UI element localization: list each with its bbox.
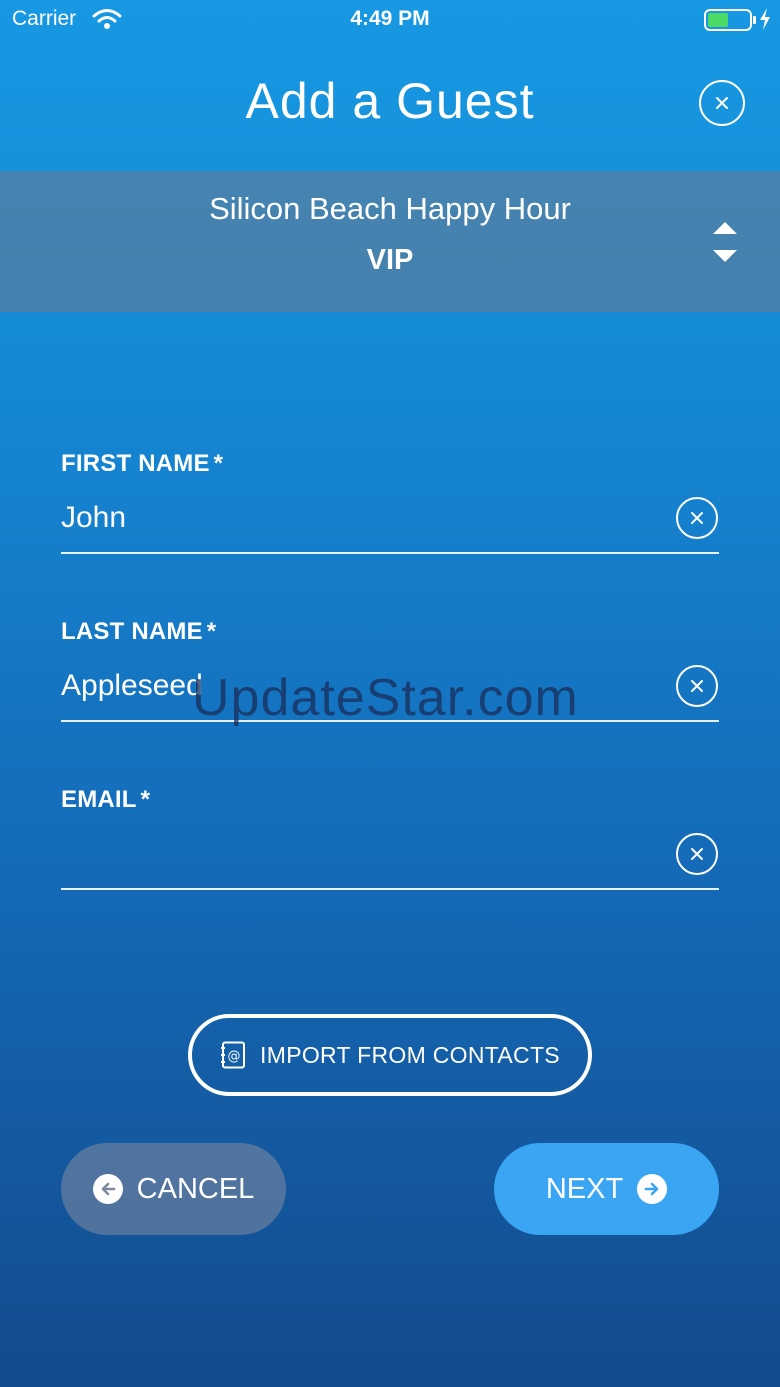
email-label: EMAIL * <box>61 786 150 814</box>
contacts-icon: @ <box>221 1041 246 1069</box>
sort-icon[interactable] <box>710 220 740 264</box>
svg-text:@: @ <box>228 1049 241 1064</box>
import-label: IMPORT FROM CONTACTS <box>260 1041 560 1068</box>
cancel-button[interactable]: CANCEL <box>61 1143 286 1235</box>
clear-icon <box>691 680 703 692</box>
clear-icon <box>691 848 703 860</box>
watermark: UpdateStar.com <box>192 669 579 727</box>
close-icon <box>716 97 728 109</box>
email-input[interactable] <box>61 830 661 878</box>
battery-icon <box>704 9 756 31</box>
email-underline <box>61 888 719 890</box>
bolt-icon <box>760 8 770 30</box>
next-label: NEXT <box>545 1172 624 1205</box>
clear-icon <box>691 512 703 524</box>
arrow-left-icon <box>92 1174 123 1204</box>
clear-first-name-button[interactable] <box>676 497 718 539</box>
cancel-label: CANCEL <box>136 1172 255 1205</box>
email-label-text: EMAIL <box>61 786 137 813</box>
last-name-label: LAST NAME * <box>61 618 216 646</box>
required-mark: * <box>140 786 151 813</box>
required-mark: * <box>206 618 217 645</box>
import-from-contacts-button[interactable]: @ IMPORT FROM CONTACTS <box>188 1014 592 1096</box>
required-mark: * <box>213 450 224 477</box>
first-name-underline <box>61 552 719 554</box>
close-button[interactable] <box>699 80 745 126</box>
last-name-label-text: LAST NAME <box>61 618 203 645</box>
page-title: Add a Guest <box>245 73 535 129</box>
clear-last-name-button[interactable] <box>676 665 718 707</box>
next-button[interactable]: NEXT <box>494 1143 719 1235</box>
first-name-input[interactable] <box>61 494 661 542</box>
clear-email-button[interactable] <box>676 833 718 875</box>
arrow-right-icon <box>637 1174 668 1204</box>
clock: 4:49 PM <box>350 7 430 30</box>
first-name-label: FIRST NAME * <box>61 450 223 478</box>
ticket-type: VIP <box>366 244 414 276</box>
event-name: Silicon Beach Happy Hour <box>209 191 571 226</box>
status-bar: Carrier 4:49 PM <box>0 0 780 40</box>
first-name-label-text: FIRST NAME <box>61 450 210 477</box>
